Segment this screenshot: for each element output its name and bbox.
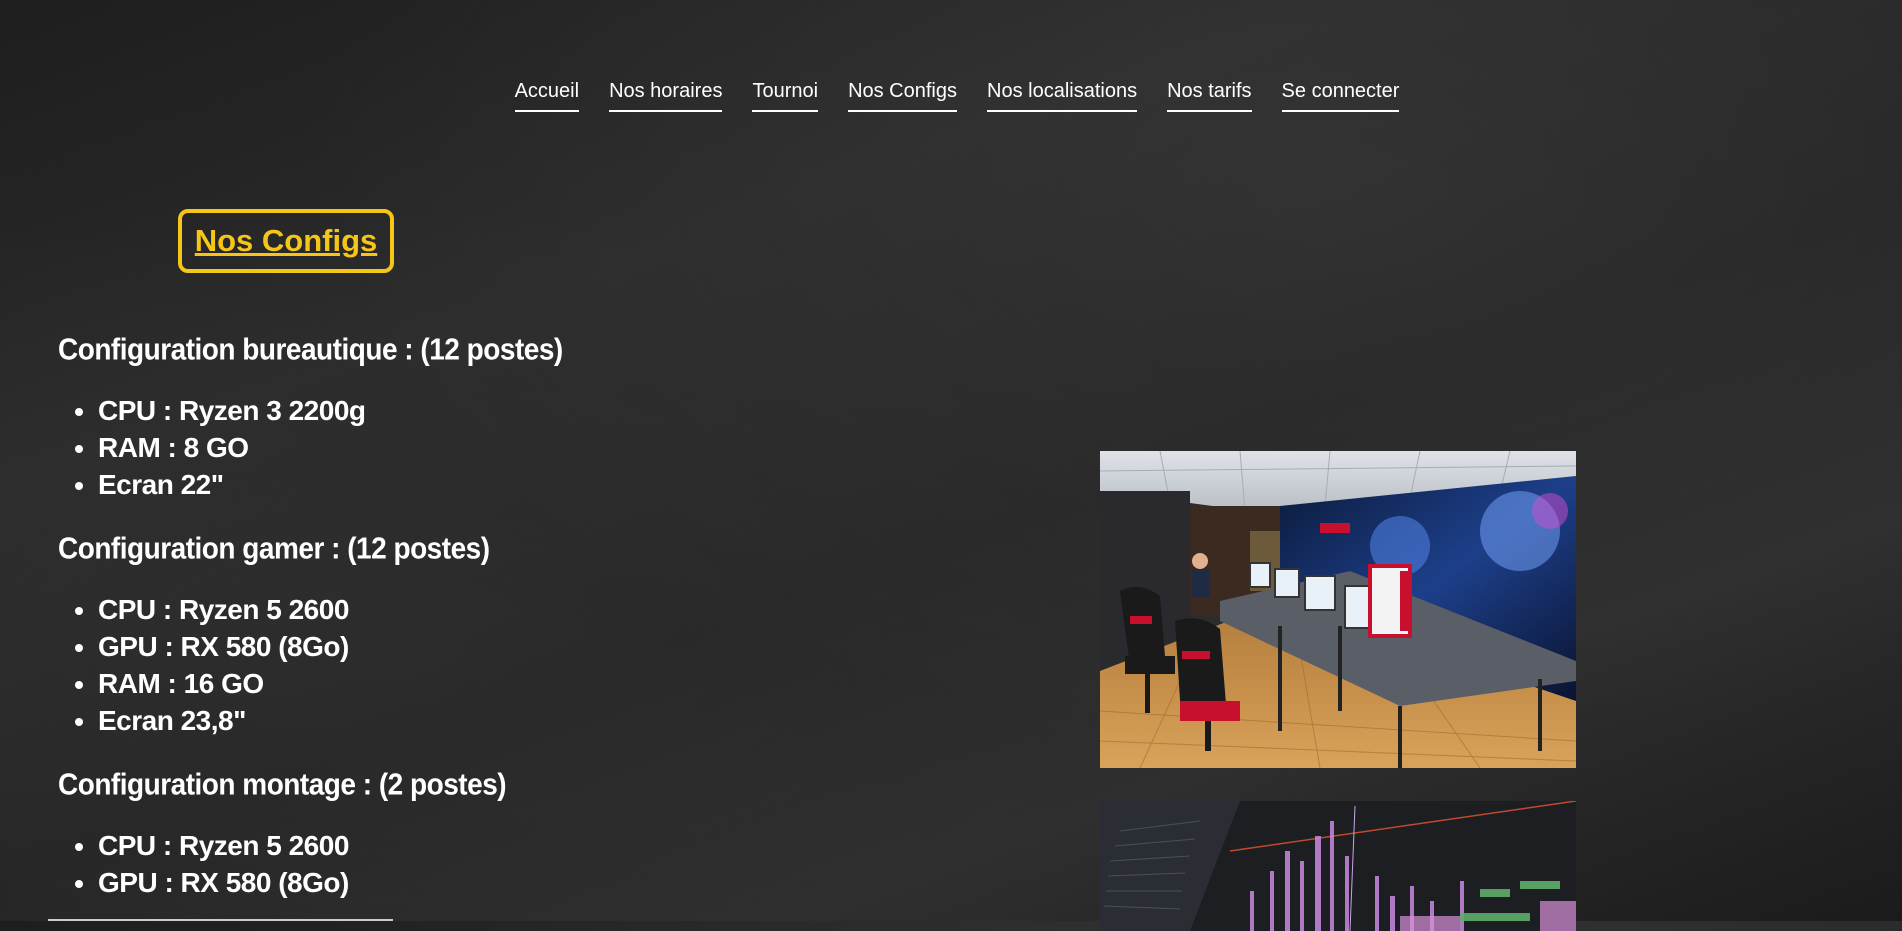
config-gamer-heading: Configuration gamer : (12 postes)	[58, 531, 490, 566]
gaming-room-photo	[1100, 451, 1576, 768]
config-montage-heading: Configuration montage : (2 postes)	[58, 767, 507, 802]
nav-tarifs[interactable]: Nos tarifs	[1167, 80, 1252, 112]
configs-content: Configuration bureautique : (12 postes) …	[58, 326, 563, 923]
config-gamer: Configuration gamer : (12 postes) CPU : …	[58, 525, 563, 739]
config-bureautique-heading: Configuration bureautique : (12 postes)	[58, 332, 563, 367]
list-item: GPU : RX 580 (8Go)	[98, 864, 563, 901]
config-gamer-list: CPU : Ryzen 5 2600 GPU : RX 580 (8Go) RA…	[58, 591, 563, 739]
nav-tournoi[interactable]: Tournoi	[752, 80, 819, 112]
nav-localisations[interactable]: Nos localisations	[987, 80, 1138, 112]
list-item: Ecran 23,8"	[98, 702, 563, 739]
list-item: GPU : RX 580 (8Go)	[98, 628, 563, 665]
list-item: RAM : 8 GO	[98, 429, 563, 466]
nav-se-connecter[interactable]: Se connecter	[1281, 80, 1400, 112]
config-bureautique: Configuration bureautique : (12 postes) …	[58, 326, 563, 503]
nav-configs[interactable]: Nos Configs	[848, 80, 957, 112]
nav-horaires[interactable]: Nos horaires	[609, 80, 723, 112]
list-item: CPU : Ryzen 5 2600	[98, 827, 563, 864]
list-item: CPU : Ryzen 5 2600	[98, 591, 563, 628]
config-bureautique-list: CPU : Ryzen 3 2200g RAM : 8 GO Ecran 22"	[58, 392, 563, 503]
list-item: RAM : 16 GO	[98, 665, 563, 702]
main-nav: Accueil Nos horaires Tournoi Nos Configs…	[0, 80, 1902, 112]
video-editing-photo	[1100, 801, 1576, 931]
config-montage-list: CPU : Ryzen 5 2600 GPU : RX 580 (8Go)	[58, 827, 563, 901]
page-title-box: Nos Configs	[178, 209, 394, 273]
nav-accueil[interactable]: Accueil	[514, 80, 580, 112]
list-item: CPU : Ryzen 3 2200g	[98, 392, 563, 429]
config-montage: Configuration montage : (2 postes) CPU :…	[58, 761, 563, 901]
list-item: Ecran 22"	[98, 466, 563, 503]
page-title: Nos Configs	[194, 223, 378, 258]
